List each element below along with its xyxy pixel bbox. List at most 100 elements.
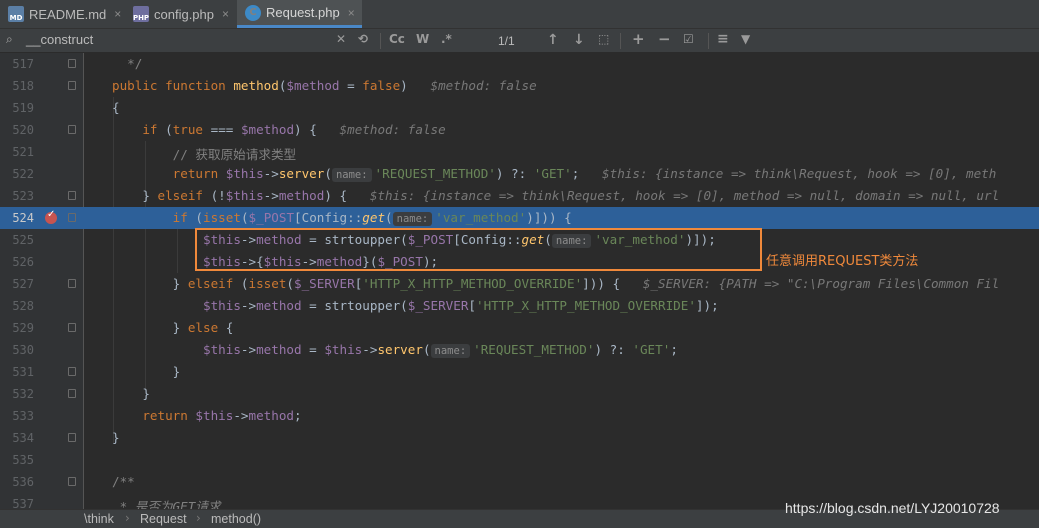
fold-marker-icon[interactable]	[68, 433, 76, 442]
breakpoint-icon[interactable]	[45, 209, 57, 224]
tab-readme[interactable]: MD README.md ×	[0, 0, 125, 28]
line-number: 519	[12, 101, 34, 115]
fold-marker-icon[interactable]	[68, 125, 76, 134]
fold-marker-icon[interactable]	[68, 477, 76, 486]
chevron-right-icon: ›	[125, 511, 130, 525]
watermark: https://blog.csdn.net/LYJ20010728	[785, 500, 1000, 516]
line-number: 523	[12, 189, 34, 203]
code-text: }	[112, 364, 181, 379]
search-history-icon[interactable]: ⟲	[358, 32, 368, 46]
search-input[interactable]: __construct	[26, 32, 93, 47]
code-line[interactable]: 518 public function method($method = fal…	[0, 75, 1039, 97]
code-text: if (true === $method) { $method: false	[142, 122, 446, 137]
clear-search-icon[interactable]: ✕	[336, 32, 346, 46]
code-line[interactable]: 530 $this->method = $this->server(name: '…	[0, 339, 1039, 361]
code-text: */	[112, 56, 143, 71]
fold-marker-icon[interactable]	[68, 59, 76, 68]
breadcrumb-namespace[interactable]: \think	[84, 512, 114, 526]
breadcrumb-method[interactable]: method()	[211, 512, 261, 526]
code-text: $this->method = strtoupper($_SERVER['HTT…	[203, 298, 719, 313]
line-number: 535	[12, 453, 34, 467]
code-comment: * 是否为GET请求	[112, 499, 221, 509]
line-number: 534	[12, 431, 34, 445]
code-line[interactable]: 521 // 获取原始请求类型	[0, 141, 1039, 163]
code-line[interactable]: 522 return $this->server(name: 'REQUEST_M…	[0, 163, 1039, 185]
chevron-right-icon: ›	[196, 511, 201, 525]
fold-marker-icon[interactable]	[68, 389, 76, 398]
add-occurrence-icon[interactable]: +	[632, 30, 645, 48]
code-line[interactable]: 527 } elseif (isset($_SERVER['HTTP_X_HTT…	[0, 273, 1039, 295]
match-case-toggle[interactable]: Cc	[389, 32, 405, 46]
previous-occurrence-icon[interactable]: ↑	[547, 32, 559, 48]
line-number: 529	[12, 321, 34, 335]
options-icon[interactable]: ≡	[717, 31, 729, 47]
code-line[interactable]: 534 }	[0, 427, 1039, 449]
line-number: 520	[12, 123, 34, 137]
code-line[interactable]: 528 $this->method = strtoupper($_SERVER[…	[0, 295, 1039, 317]
code-text: /**	[112, 474, 135, 489]
tab-label: config.php	[154, 6, 214, 22]
next-occurrence-icon[interactable]: ↓	[573, 32, 585, 48]
tab-config[interactable]: PHP config.php ×	[125, 0, 237, 28]
fold-marker-icon[interactable]	[68, 323, 76, 332]
divider	[620, 33, 621, 49]
line-number: 517	[12, 57, 34, 71]
tab-label: README.md	[29, 6, 107, 22]
line-number: 524	[12, 211, 34, 225]
fold-marker-icon[interactable]	[68, 367, 76, 376]
editor-tab-bar: MD README.md × PHP config.php × C Reques…	[0, 0, 1039, 29]
search-icon[interactable]: ⌕	[6, 32, 13, 47]
code-text: } elseif (isset($_SERVER['HTTP_X_HTTP_ME…	[112, 276, 1000, 291]
code-line[interactable]: 532 }	[0, 383, 1039, 405]
tab-label: Request.php	[266, 5, 340, 20]
divider	[380, 33, 381, 49]
line-number: 536	[12, 475, 34, 489]
code-line[interactable]: 520 if (true === $method) { $method: fal…	[0, 119, 1039, 141]
code-text: } elseif (!$this->method) { $this: {inst…	[112, 188, 1000, 203]
line-number: 526	[12, 255, 34, 269]
annotation-label: 任意调用REQUEST类方法	[766, 254, 919, 269]
select-all-occurrences-icon[interactable]: ☑	[683, 32, 694, 46]
code-text: } else {	[112, 320, 234, 335]
divider	[708, 33, 709, 49]
close-icon[interactable]: ×	[348, 6, 355, 20]
line-number: 522	[12, 167, 34, 181]
code-text: return $this->method;	[142, 408, 302, 423]
tab-request[interactable]: C Request.php ×	[237, 0, 362, 28]
markdown-file-icon: MD	[8, 6, 24, 22]
fold-marker-icon[interactable]	[68, 213, 76, 222]
filter-icon[interactable]: ▼	[741, 32, 750, 46]
code-line[interactable]: 531 }	[0, 361, 1039, 383]
close-icon[interactable]: ×	[222, 7, 229, 21]
code-line[interactable]: 533 return $this->method;	[0, 405, 1039, 427]
code-text: }	[112, 386, 150, 401]
fold-marker-icon[interactable]	[68, 191, 76, 200]
line-number: 527	[12, 277, 34, 291]
code-comment: // 获取原始请求类型	[112, 147, 297, 162]
code-line[interactable]: 529 } else {	[0, 317, 1039, 339]
code-line-current[interactable]: 524 if (isset($_POST[Config::get(name:'v…	[0, 207, 1039, 229]
fold-marker-icon[interactable]	[68, 279, 76, 288]
line-number: 525	[12, 233, 34, 247]
line-number: 528	[12, 299, 34, 313]
regex-toggle[interactable]: .*	[441, 32, 452, 46]
whole-words-toggle[interactable]: W	[416, 32, 429, 46]
line-number: 530	[12, 343, 34, 357]
fold-marker-icon[interactable]	[68, 81, 76, 90]
code-line[interactable]: 535	[0, 449, 1039, 471]
breadcrumb-class[interactable]: Request	[140, 512, 187, 526]
code-line[interactable]: 519 {	[0, 97, 1039, 119]
code-text: return $this->server(name: 'REQUEST_METHO…	[172, 166, 997, 182]
select-all-icon[interactable]: ⬚	[598, 32, 609, 46]
code-line[interactable]: 517 */	[0, 53, 1039, 75]
code-text: if (isset($_POST[Config::get(name:'var_m…	[172, 210, 572, 226]
code-text: }	[112, 430, 120, 445]
close-icon[interactable]: ×	[114, 7, 121, 21]
code-text: {	[112, 100, 120, 115]
code-line[interactable]: 536 /**	[0, 471, 1039, 493]
code-line[interactable]: 523 } elseif (!$this->method) { $this: {…	[0, 185, 1039, 207]
line-number: 533	[12, 409, 34, 423]
line-number: 521	[12, 145, 34, 159]
code-text: $this->method = $this->server(name: 'REQU…	[203, 342, 678, 358]
remove-occurrence-icon[interactable]: −	[658, 30, 671, 48]
